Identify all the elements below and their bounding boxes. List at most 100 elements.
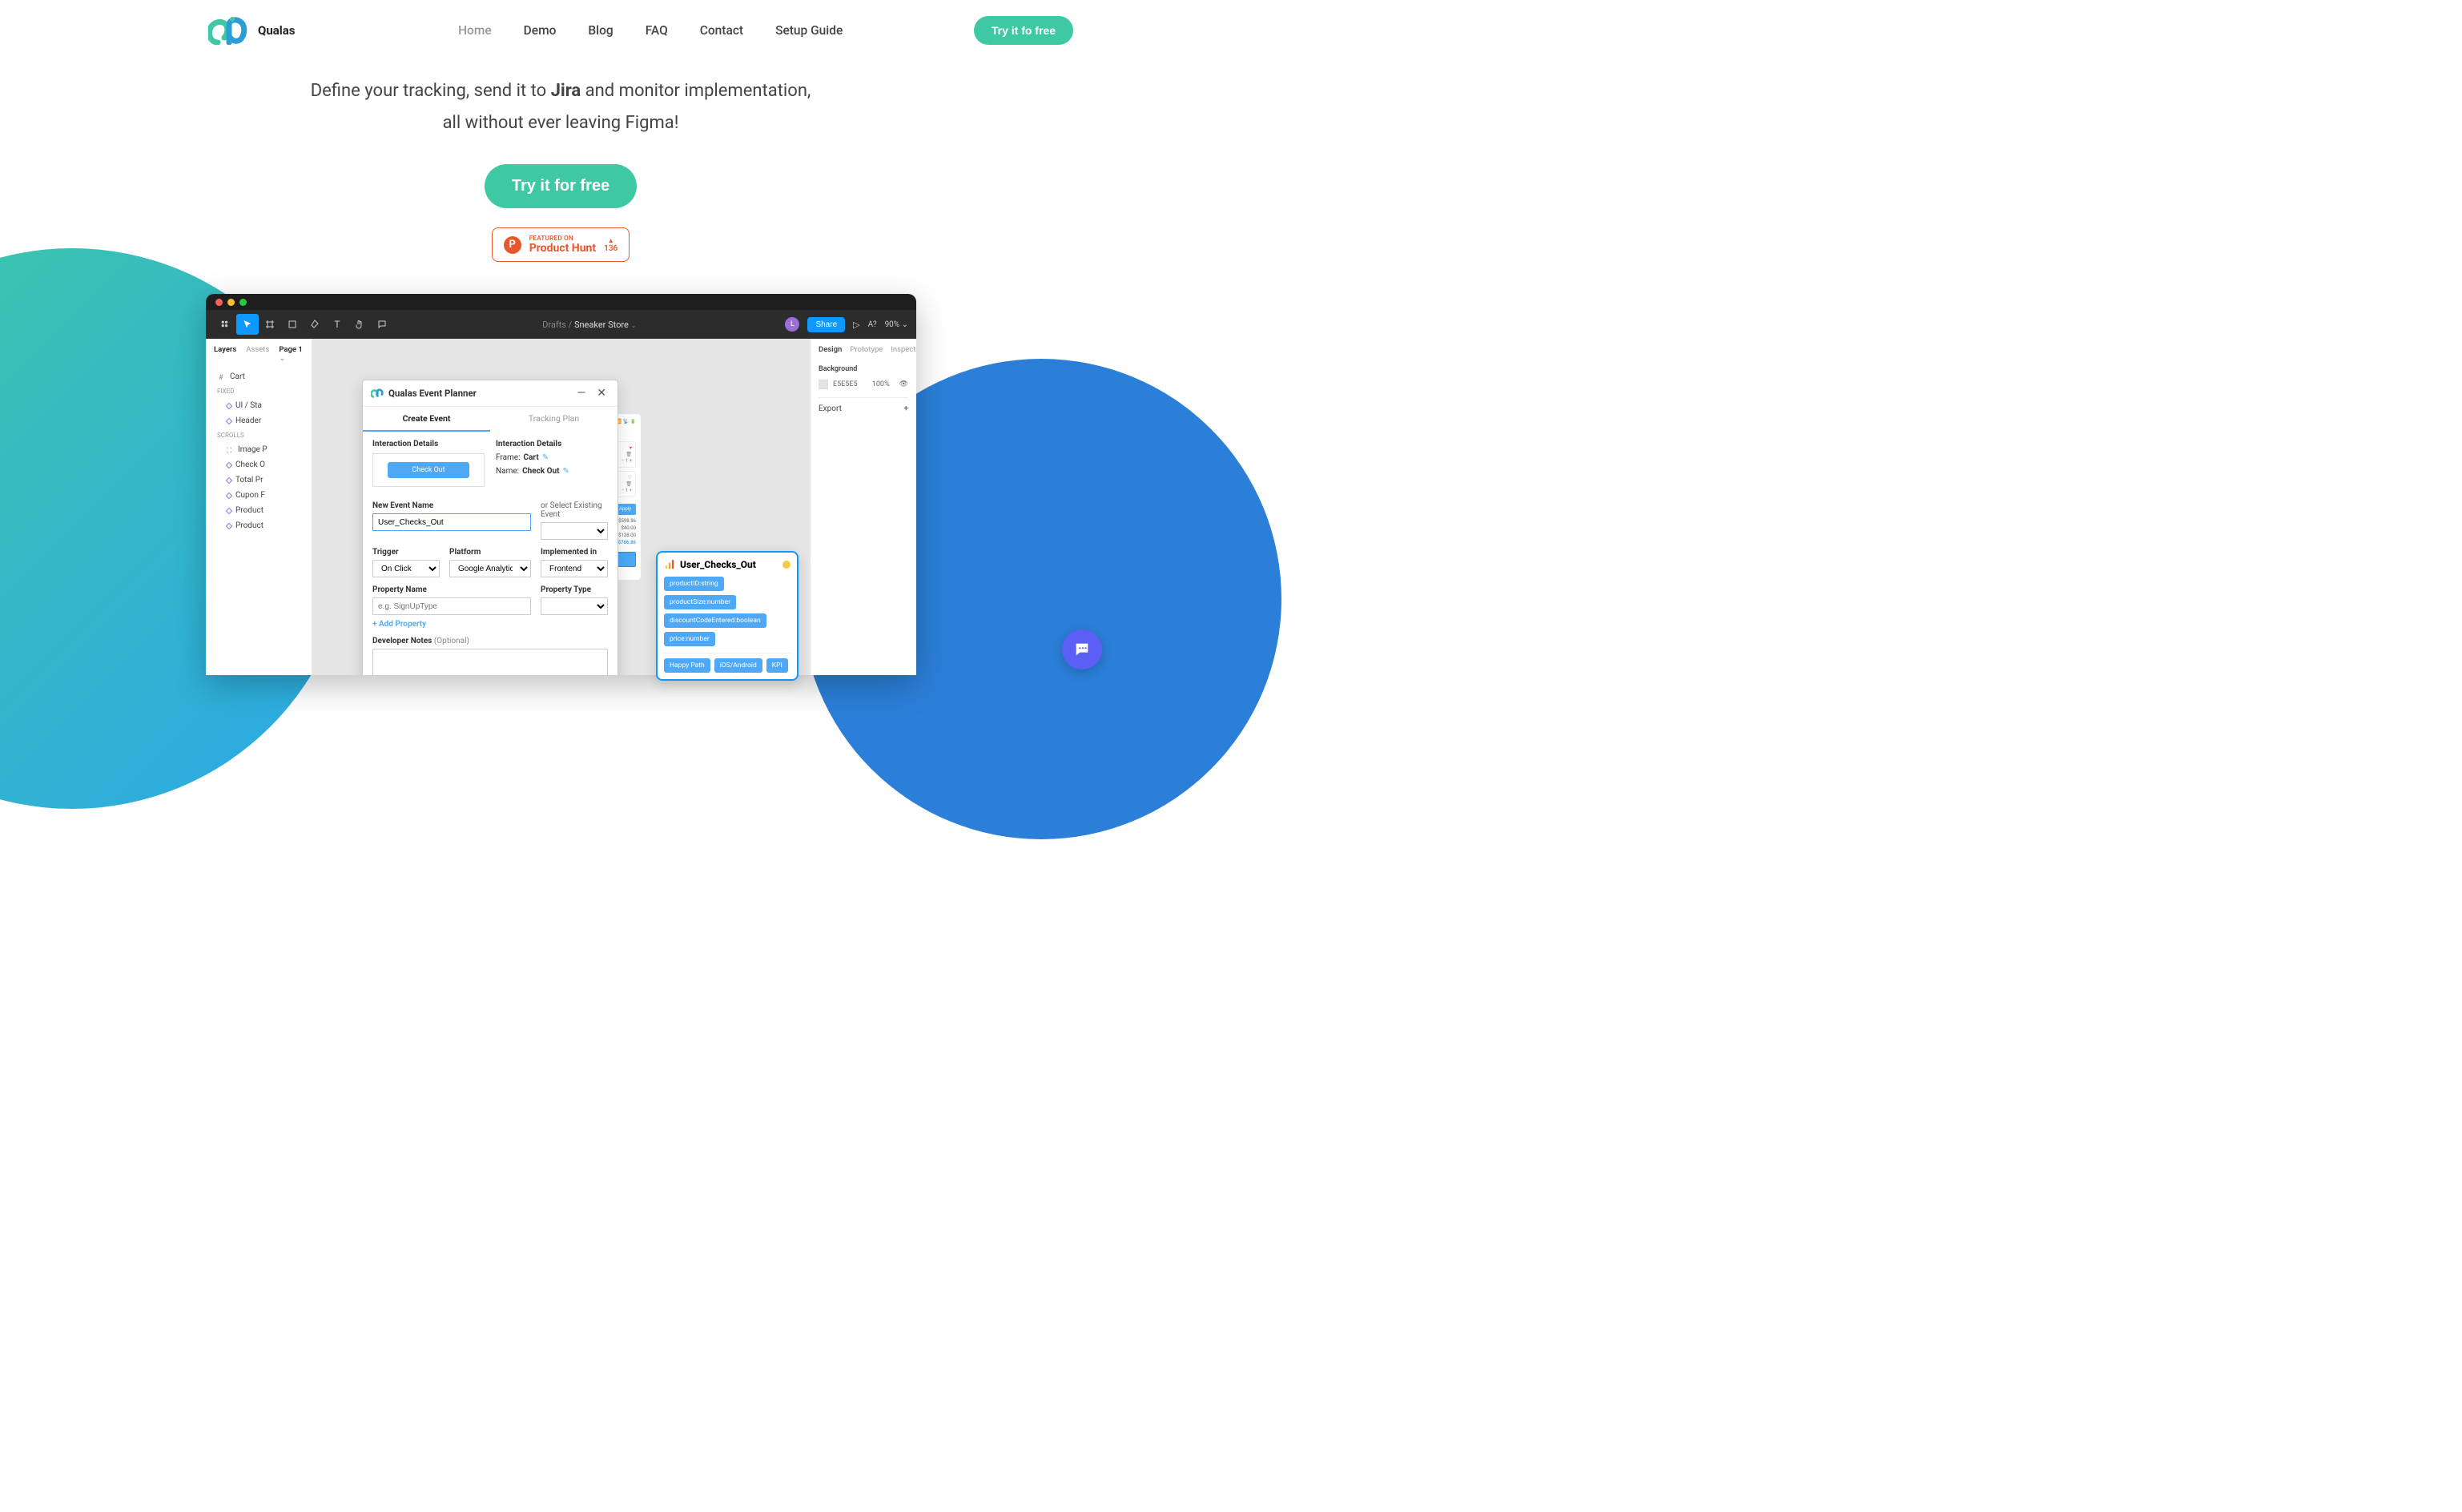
status-icons: 📶 📡 🔋: [616, 419, 636, 424]
tab-tracking-plan[interactable]: Tracking Plan: [490, 407, 618, 432]
frame-tool-icon[interactable]: [259, 314, 281, 335]
color-hex[interactable]: E5E5E5: [833, 380, 858, 388]
product-hunt-badge[interactable]: P FEATURED ON Product Hunt ▲ 136: [492, 227, 630, 262]
close-icon[interactable]: ✕: [593, 387, 609, 400]
hand-tool-icon[interactable]: [348, 314, 371, 335]
new-event-name-input[interactable]: [372, 513, 531, 531]
primary-nav: Home Demo Blog FAQ Contact Setup Guide: [346, 23, 954, 38]
status-dot: [782, 561, 790, 569]
minimize-icon[interactable]: —: [573, 387, 589, 400]
layer-row[interactable]: Image P: [206, 442, 312, 457]
hero-section: Define your tracking, send it to Jira an…: [200, 75, 921, 262]
chat-icon: [1073, 641, 1091, 658]
add-export-icon[interactable]: +: [903, 404, 908, 413]
layer-row[interactable]: Header: [206, 413, 312, 428]
selection-preview: Check Out: [372, 453, 485, 487]
layer-row[interactable]: Cupon F: [206, 488, 312, 503]
nav-setup-guide[interactable]: Setup Guide: [775, 23, 843, 38]
figma-screenshot: T Drafts / Sneaker Store ⌄ L Share ▷ A? …: [206, 294, 916, 675]
qualas-plugin-modal: Qualas Event Planner — ✕ Create Event Tr…: [362, 380, 618, 675]
event-name: User_Checks_Out: [680, 559, 778, 570]
layer-section: SCROLLS: [206, 428, 312, 442]
site-header: Qualas Home Demo Blog FAQ Contact Setup …: [0, 0, 1121, 61]
text-tool-icon[interactable]: T: [326, 314, 348, 335]
tab-create-event[interactable]: Create Event: [363, 407, 490, 432]
chat-launcher[interactable]: [1062, 629, 1102, 670]
ph-name: Product Hunt: [529, 242, 596, 255]
move-tool-icon[interactable]: [236, 314, 259, 335]
background-label: Background: [819, 365, 908, 373]
trash-icon: 🗑: [626, 452, 632, 457]
figma-layers-panel: Layers Assets Page 1 ⌄ Cart FIXED UI / S…: [206, 339, 312, 675]
layer-row[interactable]: UI / Sta: [206, 398, 312, 413]
hero-line-1: Define your tracking, send it to Jira an…: [200, 75, 921, 107]
design-tab[interactable]: Design: [819, 345, 842, 354]
page-selector[interactable]: Page 1 ⌄: [279, 345, 304, 363]
color-opacity[interactable]: 100%: [872, 380, 890, 388]
zoom-level[interactable]: 90% ⌄: [885, 320, 908, 329]
property-name-input[interactable]: [372, 597, 531, 615]
property-tag: discountCodeEntered:boolean: [664, 613, 766, 628]
header-cta-button[interactable]: Try it fo free: [974, 16, 1073, 45]
nav-faq[interactable]: FAQ: [646, 23, 668, 38]
layers-tab[interactable]: Layers: [214, 345, 236, 363]
existing-event-label: or Select Existing Event: [541, 501, 608, 519]
developer-notes-textarea[interactable]: [372, 649, 608, 675]
prototype-tab[interactable]: Prototype: [850, 345, 883, 354]
trigger-select[interactable]: On Click: [372, 560, 440, 577]
plugin-logo-icon: [371, 387, 384, 400]
ph-featured-label: FEATURED ON: [529, 235, 596, 242]
property-tag: price:number: [664, 632, 715, 646]
layer-row[interactable]: Product: [206, 518, 312, 533]
layer-row[interactable]: Check O: [206, 457, 312, 472]
eye-icon[interactable]: 👁: [899, 380, 908, 388]
layer-row[interactable]: Product: [206, 503, 312, 518]
nav-blog[interactable]: Blog: [588, 23, 613, 38]
share-button[interactable]: Share: [807, 317, 845, 332]
layer-row[interactable]: Total Pr: [206, 472, 312, 488]
event-summary-card: User_Checks_Out productID:string product…: [656, 551, 799, 681]
color-swatch[interactable]: [819, 380, 828, 389]
nav-contact[interactable]: Contact: [700, 23, 743, 38]
nav-home[interactable]: Home: [458, 23, 492, 38]
figma-design-panel: Design Prototype Inspect Background E5E5…: [810, 339, 916, 675]
window-titlebar: [206, 294, 916, 310]
figma-toolbar: T Drafts / Sneaker Store ⌄ L Share ▷ A? …: [206, 310, 916, 339]
inspect-tab[interactable]: Inspect: [891, 345, 915, 354]
figma-menu-icon[interactable]: [214, 314, 236, 335]
interaction-details-heading: Interaction Details: [372, 440, 485, 448]
nav-demo[interactable]: Demo: [524, 23, 557, 38]
property-tag: productSize:number: [664, 595, 736, 609]
edit-icon[interactable]: ✎: [563, 467, 569, 476]
platform-select[interactable]: Google Analytics: [449, 560, 531, 577]
upvote-icon: ▲: [608, 237, 614, 244]
assets-tab[interactable]: Assets: [246, 345, 269, 363]
user-avatar[interactable]: L: [785, 317, 799, 332]
layer-section: FIXED: [206, 384, 312, 398]
hero-line-2: all without ever leaving Figma!: [200, 107, 921, 139]
pen-tool-icon[interactable]: [304, 314, 326, 335]
implemented-select[interactable]: Frontend: [541, 560, 608, 577]
figma-aq: A?: [868, 320, 877, 329]
brand-logo[interactable]: Qualas: [208, 17, 295, 45]
property-type-select[interactable]: [541, 597, 608, 615]
present-icon[interactable]: ▷: [853, 320, 859, 330]
window-max-dot: [239, 299, 247, 306]
hero-cta-button[interactable]: Try it for free: [485, 164, 637, 208]
path-tag: KPI: [766, 658, 788, 673]
heart-icon: ♥: [629, 445, 632, 451]
edit-icon[interactable]: ✎: [542, 453, 549, 462]
path-tag: Happy Path: [664, 658, 710, 673]
logo-icon: [208, 17, 248, 45]
window-min-dot: [227, 299, 235, 306]
figma-breadcrumb[interactable]: Drafts / Sneaker Store ⌄: [393, 320, 785, 330]
new-event-name-label: New Event Name: [372, 501, 531, 510]
window-close-dot: [215, 299, 223, 306]
layer-row[interactable]: Cart: [206, 369, 312, 384]
add-property-link[interactable]: + Add Property: [372, 620, 426, 629]
comment-tool-icon[interactable]: [371, 314, 393, 335]
property-tag: productID:string: [664, 577, 724, 591]
existing-event-select[interactable]: [541, 522, 608, 540]
rectangle-tool-icon[interactable]: [281, 314, 304, 335]
plugin-title: Qualas Event Planner: [388, 388, 569, 399]
